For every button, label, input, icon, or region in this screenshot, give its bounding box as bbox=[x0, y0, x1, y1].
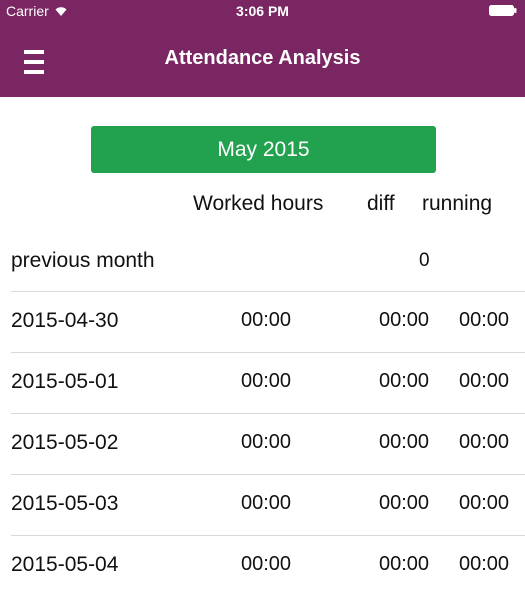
table-row: 2015-05-04 00:00 00:00 00:00 bbox=[0, 535, 525, 595]
previous-month-label: previous month bbox=[11, 249, 155, 272]
row-running: 00:00 bbox=[459, 553, 510, 575]
row-diff: 00:00 bbox=[379, 309, 430, 331]
row-diff: 00:00 bbox=[379, 431, 430, 453]
row-running: 00:00 bbox=[459, 370, 510, 392]
table-row: 2015-05-01 00:00 00:00 00:00 bbox=[0, 352, 525, 412]
row-worked-hours: 00:00 bbox=[241, 553, 292, 575]
month-selector-button[interactable]: May 2015 bbox=[91, 126, 436, 173]
row-worked-hours: 00:00 bbox=[241, 492, 292, 514]
diff-header: diff bbox=[367, 192, 395, 215]
previous-month-value: 0 bbox=[419, 250, 430, 271]
page-title: Attendance Analysis bbox=[164, 47, 361, 69]
row-worked-hours: 00:00 bbox=[241, 370, 292, 392]
worked-hours-header: Worked hours bbox=[193, 192, 324, 215]
status-bar: Carrier 3:06 PM bbox=[0, 0, 525, 22]
row-date: 2015-05-03 bbox=[11, 492, 119, 515]
row-date: 2015-05-02 bbox=[11, 431, 119, 454]
row-separator bbox=[11, 291, 525, 292]
row-date: 2015-05-01 bbox=[11, 370, 119, 393]
row-date: 2015-04-30 bbox=[11, 309, 119, 332]
table-row: 2015-05-03 00:00 00:00 00:00 bbox=[0, 474, 525, 534]
table-row: 2015-04-30 00:00 00:00 00:00 bbox=[0, 291, 525, 351]
row-diff: 00:00 bbox=[379, 370, 430, 392]
status-time: 3:06 PM bbox=[236, 3, 289, 19]
row-separator bbox=[11, 535, 525, 536]
table-row: 2015-05-02 00:00 00:00 00:00 bbox=[0, 413, 525, 473]
row-running: 00:00 bbox=[459, 309, 510, 331]
row-date: 2015-05-04 bbox=[11, 553, 119, 576]
row-worked-hours: 00:00 bbox=[241, 309, 292, 331]
row-separator bbox=[11, 413, 525, 414]
row-diff: 00:00 bbox=[379, 553, 430, 575]
row-separator bbox=[11, 352, 525, 353]
row-running: 00:00 bbox=[459, 492, 510, 514]
battery-icon bbox=[489, 5, 517, 16]
row-running: 00:00 bbox=[459, 431, 510, 453]
navigation-bar: Carrier 3:06 PM Attendance Analysis bbox=[0, 0, 525, 97]
row-diff: 00:00 bbox=[379, 492, 430, 514]
row-separator bbox=[11, 474, 525, 475]
running-header: running bbox=[422, 192, 493, 215]
row-worked-hours: 00:00 bbox=[241, 431, 292, 453]
